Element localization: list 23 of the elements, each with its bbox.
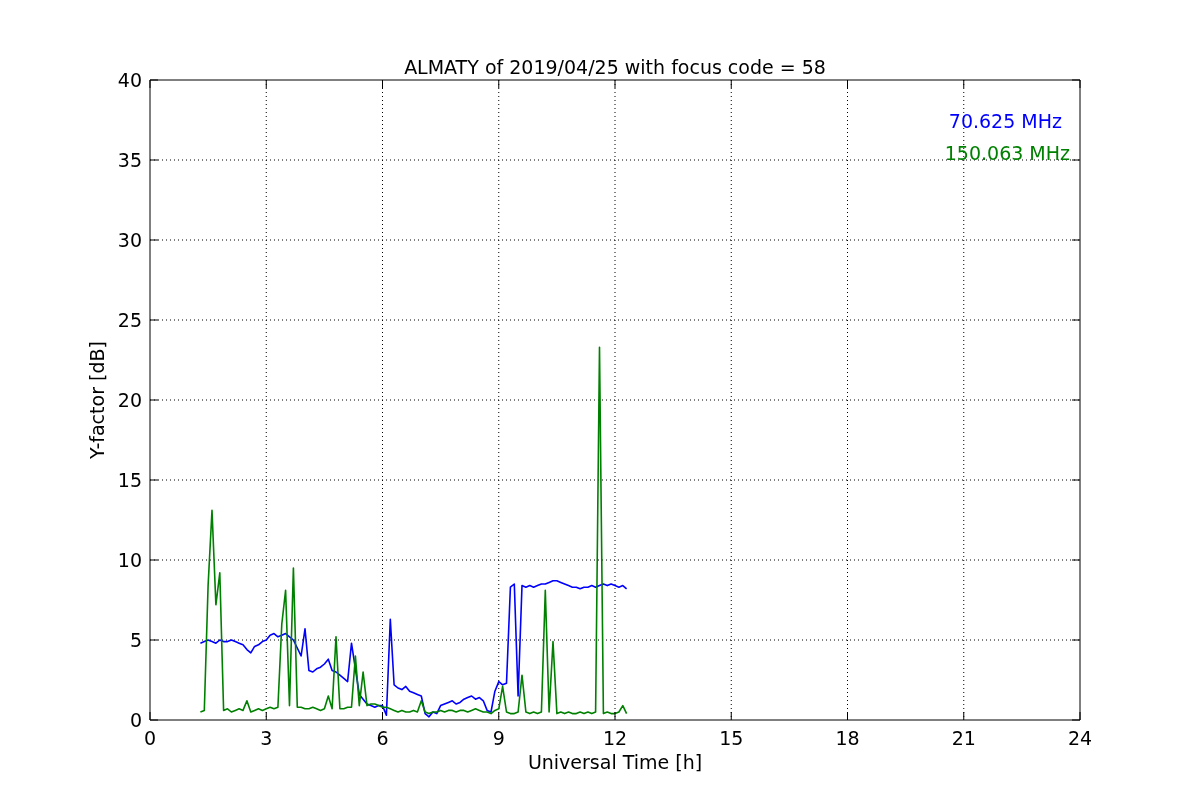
x-tick-label: 0 <box>143 727 157 749</box>
y-tick-label: 0 <box>129 709 142 731</box>
y-tick-label: 20 <box>117 389 142 411</box>
y-tick-label: 35 <box>117 149 142 171</box>
y-tick-label: 30 <box>117 229 142 251</box>
x-tick-label: 12 <box>602 727 628 749</box>
x-axis-label: Universal Time [h] <box>527 751 703 773</box>
legend-label: 150.063 MHz <box>944 142 1070 164</box>
x-tick-label: 21 <box>951 727 976 749</box>
x-tick-label: 15 <box>719 727 744 749</box>
x-tick-label: 3 <box>260 727 273 749</box>
y-tick-label: 5 <box>129 629 142 651</box>
x-tick-label: 9 <box>492 727 505 749</box>
y-tick-label: 15 <box>117 469 142 491</box>
legend-label: 70.625 MHz <box>948 110 1062 132</box>
y-axis-label: Y-factor [dB] <box>86 341 108 459</box>
y-tick-label: 25 <box>117 309 142 331</box>
x-tick-label: 6 <box>376 727 389 749</box>
chart-title: ALMATY of 2019/04/25 with focus code = 58 <box>404 56 826 78</box>
x-tick-label: 18 <box>835 727 860 749</box>
x-tick-label: 24 <box>1067 727 1093 749</box>
y-tick-label: 40 <box>117 69 142 91</box>
y-tick-label: 10 <box>117 549 142 571</box>
